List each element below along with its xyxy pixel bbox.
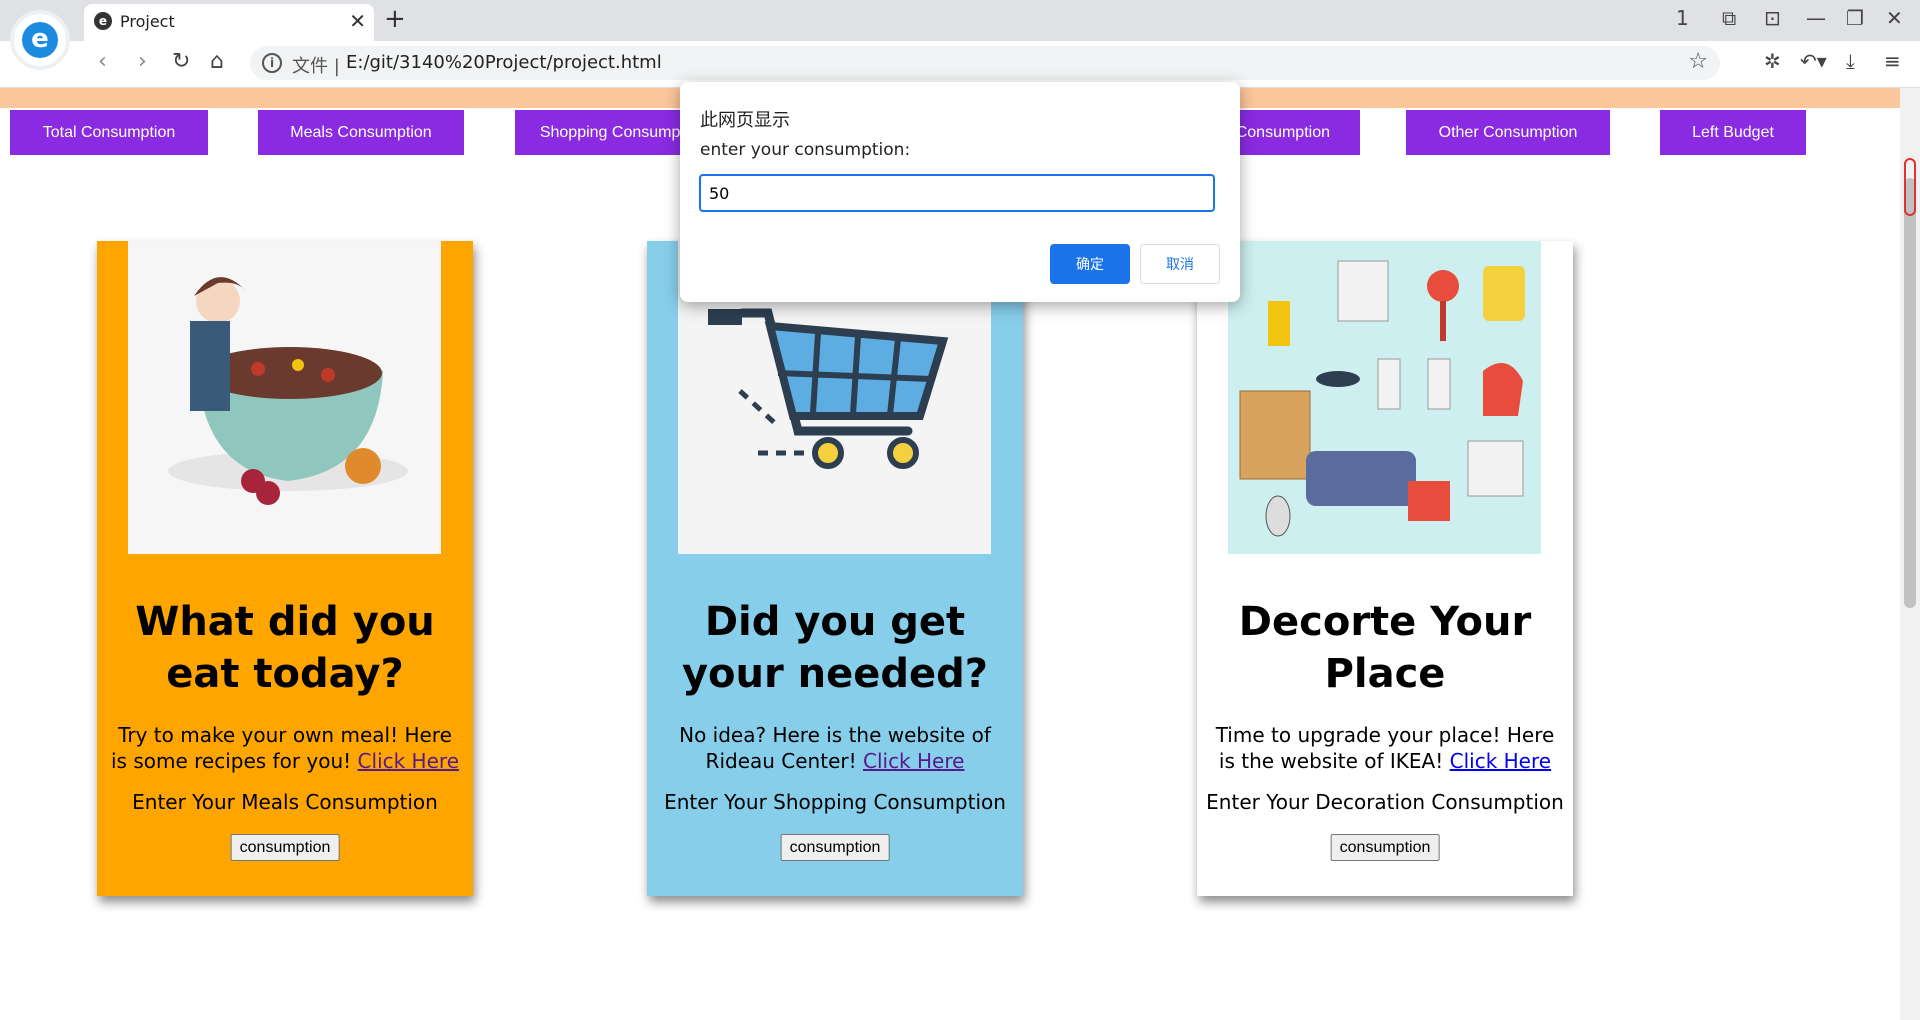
- meals-title: What did you eat today?: [135, 599, 435, 697]
- reload-icon[interactable]: ↻: [172, 49, 190, 74]
- scrollbar-highlight: [1904, 158, 1916, 216]
- new-tab-icon[interactable]: +: [384, 4, 406, 34]
- shopping-consumption-button[interactable]: consumption: [780, 834, 890, 861]
- shopping-desc: No idea? Here is the website of Rideau C…: [679, 723, 991, 773]
- nav-meals-consumption[interactable]: Meals Consumption: [258, 110, 464, 155]
- tab-title: Project: [120, 12, 175, 31]
- furniture-illustration: [1228, 241, 1541, 554]
- meals-consumption-button[interactable]: consumption: [230, 834, 340, 861]
- bookmark-star-icon[interactable]: ☆: [1688, 49, 1708, 74]
- shopping-enter-label: Enter Your Shopping Consumption: [664, 790, 1006, 814]
- decoration-card: Decorte Your Place Time to upgrade your …: [1197, 241, 1573, 896]
- shopping-title: Did you get your needed?: [681, 599, 988, 697]
- decoration-enter-label: Enter Your Decoration Consumption: [1206, 790, 1564, 814]
- prompt-dialog: 此网页显示 enter your consumption: 确定 取消: [680, 82, 1240, 302]
- nav-total-consumption[interactable]: Total Consumption: [10, 110, 208, 155]
- tab-close-icon[interactable]: ✕: [349, 9, 366, 33]
- cancel-button[interactable]: 取消: [1140, 244, 1220, 284]
- address-bar[interactable]: i 文件 | E:/git/3140%20Project/project.htm…: [250, 46, 1720, 80]
- site-info-icon[interactable]: i: [262, 53, 282, 73]
- address-url[interactable]: E:/git/3140%20Project/project.html: [346, 52, 662, 73]
- forward-icon[interactable]: ›: [138, 49, 147, 74]
- scrollbar-thumb[interactable]: [1904, 178, 1916, 608]
- meals-link[interactable]: Click Here: [358, 749, 459, 773]
- tab-favicon-icon: e: [94, 12, 112, 30]
- decoration-link[interactable]: Click Here: [1450, 749, 1551, 773]
- back-icon[interactable]: ‹: [98, 49, 107, 74]
- nav-left-budget[interactable]: Left Budget: [1660, 110, 1806, 155]
- download-icon[interactable]: ⤓: [1846, 49, 1855, 73]
- shopping-link[interactable]: Click Here: [863, 749, 964, 773]
- decoration-desc: Time to upgrade your place! Here is the …: [1215, 723, 1555, 773]
- meal-illustration: [128, 241, 441, 554]
- dialog-message: enter your consumption:: [700, 140, 911, 160]
- toolbar: ‹ › ↻ ⌂ i 文件 | E:/git/3140%20Project/pro…: [0, 41, 1920, 88]
- tab-bar: e e Project ✕ + 1 ⧉ ⊡ — ❐ ✕: [0, 0, 1920, 66]
- meals-card: What did you eat today? Try to make your…: [97, 241, 473, 896]
- home-icon[interactable]: ⌂: [210, 49, 224, 74]
- ok-button[interactable]: 确定: [1050, 244, 1130, 284]
- shopping-card: Did you get your needed? No idea? Here i…: [647, 241, 1023, 896]
- dialog-title: 此网页显示: [700, 110, 790, 131]
- skin-icon[interactable]: ⊡: [1764, 6, 1781, 30]
- restore-icon[interactable]: ❐: [1846, 6, 1864, 30]
- address-prefix: 文件 |: [292, 56, 340, 77]
- nav-other-consumption[interactable]: Other Consumption: [1406, 110, 1610, 155]
- page-scrollbar[interactable]: [1900, 88, 1920, 1020]
- browser-logo-icon: e: [14, 14, 66, 66]
- close-window-icon[interactable]: ✕: [1886, 6, 1903, 30]
- meals-desc: Try to make your own meal! Here is some …: [111, 723, 459, 773]
- consumption-input[interactable]: [699, 174, 1215, 212]
- minimize-icon[interactable]: —: [1806, 6, 1826, 30]
- undo-icon[interactable]: ↶▾: [1800, 49, 1827, 73]
- tab-count-icon[interactable]: 1: [1676, 6, 1689, 30]
- meals-enter-label: Enter Your Meals Consumption: [132, 790, 438, 814]
- decoration-consumption-button[interactable]: consumption: [1330, 834, 1440, 861]
- menu-icon[interactable]: ≡: [1884, 49, 1901, 73]
- reader-mode-icon[interactable]: ⧉: [1722, 6, 1736, 30]
- decoration-title: Decorte Your Place: [1238, 599, 1532, 697]
- extensions-icon[interactable]: ✲: [1764, 49, 1781, 73]
- tab-project[interactable]: e Project ✕: [84, 4, 374, 41]
